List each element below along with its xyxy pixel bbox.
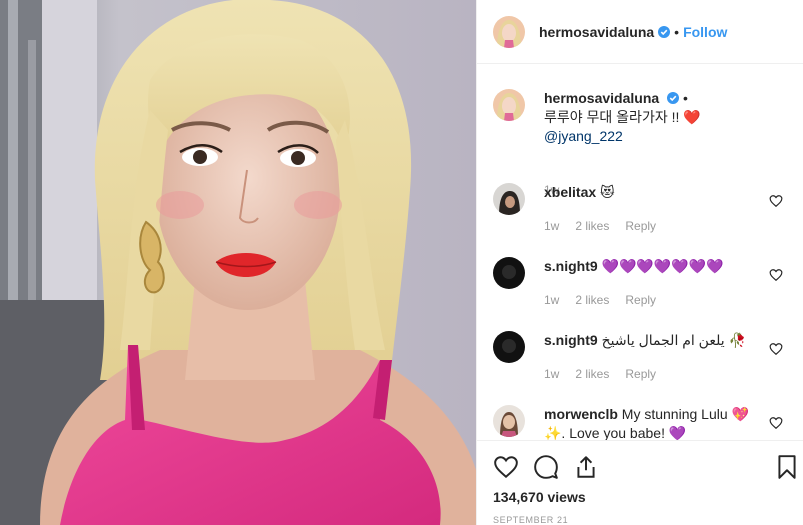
comment-text-line: s.night9 يلعن ام الجمال ياشيخ 🥀 bbox=[544, 331, 764, 350]
post-side-panel: hermosavidaluna • Follow hermosavidaluna bbox=[476, 0, 803, 525]
comment-text: 💜💜💜💜💜💜💜 bbox=[601, 258, 724, 274]
share-icon[interactable] bbox=[573, 454, 599, 480]
like-comment-icon[interactable] bbox=[769, 194, 783, 208]
comment-username[interactable]: s.night9 bbox=[544, 332, 598, 348]
comment-item: s.night9 يلعن ام الجمال ياشيخ 🥀 1w 2 lik… bbox=[493, 331, 793, 391]
comment-meta: 1w 2 likes Reply bbox=[544, 219, 672, 233]
comment-time[interactable]: 1w bbox=[544, 367, 559, 381]
comment-item: xbelitax 😻 1w 2 likes Reply bbox=[493, 183, 793, 243]
comment-avatar[interactable] bbox=[493, 257, 525, 289]
comment-avatar[interactable] bbox=[493, 183, 525, 215]
comment-text: 😻 bbox=[600, 184, 615, 200]
comment-time[interactable]: 1w bbox=[544, 219, 559, 233]
follow-button[interactable]: Follow bbox=[683, 24, 727, 40]
comment-username[interactable]: s.night9 bbox=[544, 258, 598, 274]
post-actions: 134,670 views September 21 bbox=[477, 440, 803, 525]
comment-likes[interactable]: 2 likes bbox=[575, 293, 609, 307]
like-comment-icon[interactable] bbox=[769, 268, 783, 282]
like-comment-icon[interactable] bbox=[769, 342, 783, 356]
author-username[interactable]: hermosavidaluna bbox=[539, 24, 654, 40]
heart-icon[interactable] bbox=[493, 454, 519, 480]
comment-avatar[interactable] bbox=[493, 405, 525, 437]
comment-avatar[interactable] bbox=[493, 331, 525, 363]
view-count[interactable]: 134,670 views bbox=[493, 489, 586, 505]
comment-text-line: morwenclb My stunning Lulu 💖 ✨. Love you… bbox=[544, 405, 764, 440]
caption-mention[interactable]: @jyang_222 bbox=[544, 127, 789, 146]
reply-button[interactable]: Reply bbox=[625, 219, 656, 233]
comment-text: يلعن ام الجمال ياشيخ 🥀 bbox=[601, 332, 746, 348]
comment-likes[interactable]: 2 likes bbox=[575, 367, 609, 381]
comment-text-line: s.night9 💜💜💜💜💜💜💜 bbox=[544, 257, 764, 276]
comment-text-line: xbelitax 😻 bbox=[544, 183, 764, 202]
comment-username[interactable]: xbelitax bbox=[544, 184, 596, 200]
caption-text: 루루야 무대 올라가자 !! ❤️ bbox=[544, 109, 701, 125]
comment-time[interactable]: 1w bbox=[544, 293, 559, 307]
reply-button[interactable]: Reply bbox=[625, 367, 656, 381]
comment-item: s.night9 💜💜💜💜💜💜💜 1w 2 likes Reply bbox=[493, 257, 793, 317]
caption-avatar[interactable] bbox=[493, 89, 525, 121]
like-comment-icon[interactable] bbox=[769, 416, 783, 430]
caption-username[interactable]: hermosavidaluna bbox=[544, 90, 659, 106]
post-date[interactable]: September 21 bbox=[493, 515, 568, 525]
reply-button[interactable]: Reply bbox=[625, 293, 656, 307]
post-photo[interactable] bbox=[0, 0, 476, 525]
comment-username[interactable]: morwenclb bbox=[544, 406, 618, 422]
verified-icon bbox=[667, 92, 680, 104]
comment-icon[interactable] bbox=[533, 454, 559, 480]
separator-dot: • bbox=[674, 23, 680, 40]
author-avatar[interactable] bbox=[493, 15, 525, 48]
comment-likes[interactable]: 2 likes bbox=[575, 219, 609, 233]
comments-list[interactable]: hermosavidaluna • 루루야 무대 올라가자 !! ❤️ @jya… bbox=[477, 65, 803, 440]
separator-dot: • bbox=[682, 90, 688, 106]
bookmark-icon[interactable] bbox=[774, 454, 800, 480]
verified-icon bbox=[658, 25, 671, 38]
comment-meta: 1w 2 likes Reply bbox=[544, 293, 672, 307]
comment-item: morwenclb My stunning Lulu 💖 ✨. Love you… bbox=[493, 405, 793, 440]
comment-meta: 1w 2 likes Reply bbox=[544, 367, 672, 381]
caption-body: hermosavidaluna • 루루야 무대 올라가자 !! ❤️ @jya… bbox=[544, 89, 789, 146]
post-photo-image bbox=[0, 0, 476, 525]
post-header: hermosavidaluna • Follow bbox=[477, 0, 803, 64]
